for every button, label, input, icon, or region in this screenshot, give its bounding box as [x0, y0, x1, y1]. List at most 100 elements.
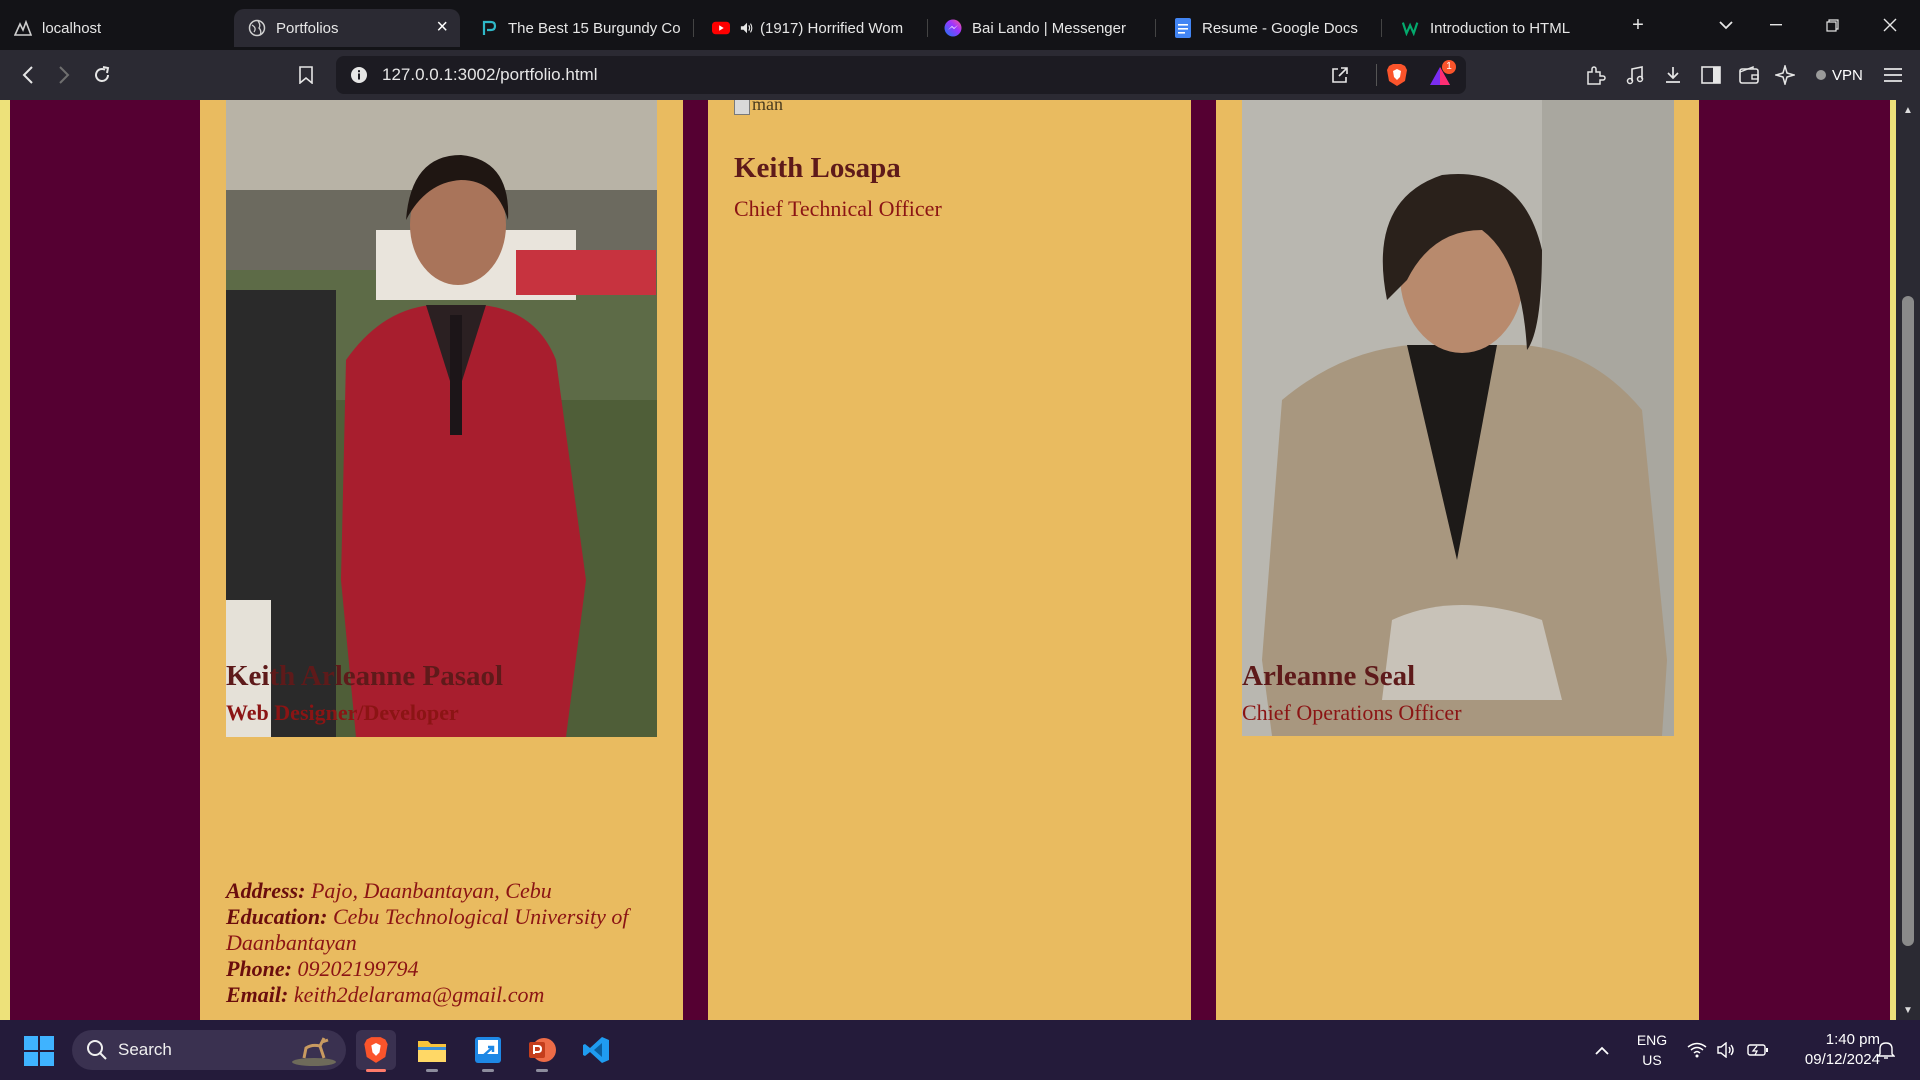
- detail-label: Phone:: [226, 956, 292, 981]
- profile-card: Arleanne Seal Chief Operations Officer: [1216, 100, 1699, 1020]
- tab-localhost[interactable]: localhost: [0, 9, 232, 47]
- member-name: Keith Losapa: [734, 152, 901, 184]
- member-role: Chief Technical Officer: [734, 196, 942, 221]
- speaker-icon[interactable]: [740, 19, 754, 37]
- tab-separator: [1155, 19, 1156, 37]
- vpn-label: VPN: [1832, 66, 1863, 84]
- tab-google-docs[interactable]: Resume - Google Docs: [1160, 9, 1382, 47]
- vertical-scrollbar[interactable]: ▲ ▼: [1896, 100, 1920, 1020]
- scrollbar-thumb[interactable]: [1902, 296, 1914, 946]
- vpn-status-icon: [1816, 70, 1826, 80]
- messenger-icon: [944, 19, 962, 37]
- youtube-icon: [712, 19, 730, 37]
- tab-portfolios[interactable]: Portfolios ×: [234, 9, 460, 47]
- close-tab-icon[interactable]: ×: [436, 17, 448, 37]
- tray-overflow-chevron-icon[interactable]: [1590, 1020, 1614, 1080]
- region-code: US: [1642, 1052, 1662, 1068]
- tab-strip: localhost Portfolios × The Best 15 Burgu…: [0, 0, 1920, 50]
- close-window-button[interactable]: [1870, 0, 1910, 50]
- reload-button[interactable]: [86, 60, 118, 90]
- search-label: Search: [118, 1040, 172, 1059]
- brave-browser-icon[interactable]: [356, 1030, 396, 1072]
- system-clock[interactable]: 1:40 pm 09/12/2024: [1780, 1030, 1880, 1070]
- member-name: Keith Arleanne Pasaol: [226, 660, 504, 692]
- clock-time: 1:40 pm: [1825, 1031, 1880, 1048]
- search-icon: [86, 1039, 108, 1066]
- notification-badge: 1: [1442, 60, 1456, 74]
- tab-separator: [693, 19, 694, 37]
- tab-title: The Best 15 Burgundy Co: [508, 19, 680, 37]
- member-role: Chief Operations Officer: [1242, 700, 1462, 725]
- menu-hamburger-icon[interactable]: [1882, 64, 1904, 86]
- image-alt-text: man: [752, 100, 783, 114]
- battery-icon[interactable]: [1744, 1020, 1772, 1080]
- detail-label: Education:: [226, 904, 328, 929]
- detail-label: Email:: [226, 982, 289, 1007]
- p-logo-icon: [480, 19, 498, 37]
- active-app-indicator: [366, 1069, 386, 1072]
- scroll-down-arrow-icon[interactable]: ▼: [1896, 1000, 1920, 1020]
- w3-logo-icon: [1402, 19, 1420, 37]
- tab-separator: [927, 19, 928, 37]
- tab-title: Resume - Google Docs: [1202, 19, 1358, 37]
- tab-w3schools[interactable]: Introduction to HTML: [1388, 9, 1610, 47]
- download-icon[interactable]: [1662, 64, 1684, 86]
- clock-date: 09/12/2024: [1804, 1051, 1880, 1068]
- tab-youtube[interactable]: (1917) Horrified Wom: [698, 9, 928, 47]
- sidebar-toggle-icon[interactable]: [1700, 64, 1722, 86]
- input-language[interactable]: ENG US: [1632, 1030, 1672, 1070]
- windows-taskbar: Search ENG US 1:40 pm 09/12/2024: [0, 1020, 1920, 1080]
- detail-value: 09202199794: [292, 956, 419, 981]
- tab-list-chevron-icon[interactable]: [1706, 0, 1746, 50]
- profile-card: Keith Arleanne Pasaol Web Designer/Devel…: [200, 100, 683, 1020]
- forward-button[interactable]: [48, 60, 80, 90]
- detail-label: Address:: [226, 878, 306, 903]
- running-app-indicator: [536, 1069, 548, 1072]
- bookmark-icon[interactable]: [290, 60, 322, 90]
- google-docs-icon: [1174, 18, 1192, 38]
- back-button[interactable]: [12, 60, 44, 90]
- wifi-icon[interactable]: [1684, 1020, 1710, 1080]
- wallet-icon[interactable]: [1738, 64, 1760, 86]
- page-viewport: Keith Arleanne Pasaol Web Designer/Devel…: [0, 100, 1920, 1020]
- media-music-icon[interactable]: [1624, 64, 1646, 86]
- notification-bell-icon[interactable]: [1872, 1020, 1900, 1080]
- powerpoint-icon[interactable]: [522, 1030, 562, 1072]
- profile-photo: [226, 100, 657, 737]
- globe-icon: [248, 19, 266, 37]
- file-explorer-icon[interactable]: [412, 1030, 452, 1072]
- language-code: ENG: [1636, 1032, 1668, 1048]
- email-line: Email: keith2delarama@gmail.com: [226, 982, 666, 1008]
- extensions-icon[interactable]: [1584, 64, 1606, 86]
- remote-desktop-icon[interactable]: [468, 1030, 508, 1072]
- volume-icon[interactable]: [1714, 1020, 1740, 1080]
- new-tab-button[interactable]: +: [1618, 0, 1658, 50]
- broken-image: man: [734, 100, 783, 115]
- restore-window-button[interactable]: [1812, 0, 1852, 50]
- running-app-indicator: [482, 1069, 494, 1072]
- profile-photo: [1242, 100, 1674, 736]
- taskbar-search[interactable]: Search: [72, 1030, 346, 1070]
- tab-burgundy[interactable]: The Best 15 Burgundy Co: [466, 9, 694, 47]
- contact-details: Address: Pajo, Daanbantayan, Cebu Educat…: [226, 878, 666, 1008]
- vpn-button[interactable]: VPN: [1808, 62, 1871, 88]
- mountain-logo-icon: [14, 19, 32, 37]
- share-icon[interactable]: [1330, 65, 1350, 90]
- address-toolbar: 127.0.0.1:3002/portfolio.html 1 VPN: [0, 50, 1920, 100]
- minimize-window-button[interactable]: [1756, 0, 1796, 50]
- scroll-up-arrow-icon[interactable]: ▲: [1896, 100, 1920, 120]
- tab-separator: [1381, 19, 1382, 37]
- profile-card: man Keith Losapa Chief Technical Officer: [708, 100, 1191, 1020]
- brave-shields-icon[interactable]: [1386, 63, 1408, 92]
- phone-line: Phone: 09202199794: [226, 956, 666, 982]
- detail-value: Pajo, Daanbantayan, Cebu: [305, 878, 552, 903]
- education-line: Education: Cebu Technological University…: [226, 904, 666, 956]
- windows-start-icon[interactable]: [24, 1036, 54, 1066]
- broken-image-icon: [734, 100, 750, 115]
- url-field[interactable]: 127.0.0.1:3002/portfolio.html 1: [336, 56, 1466, 94]
- vscode-icon[interactable]: [576, 1030, 616, 1070]
- site-info-icon[interactable]: [350, 66, 368, 89]
- address-line: Address: Pajo, Daanbantayan, Cebu: [226, 878, 666, 904]
- tab-messenger[interactable]: Bai Lando | Messenger: [930, 9, 1156, 47]
- leo-ai-icon[interactable]: [1774, 64, 1796, 86]
